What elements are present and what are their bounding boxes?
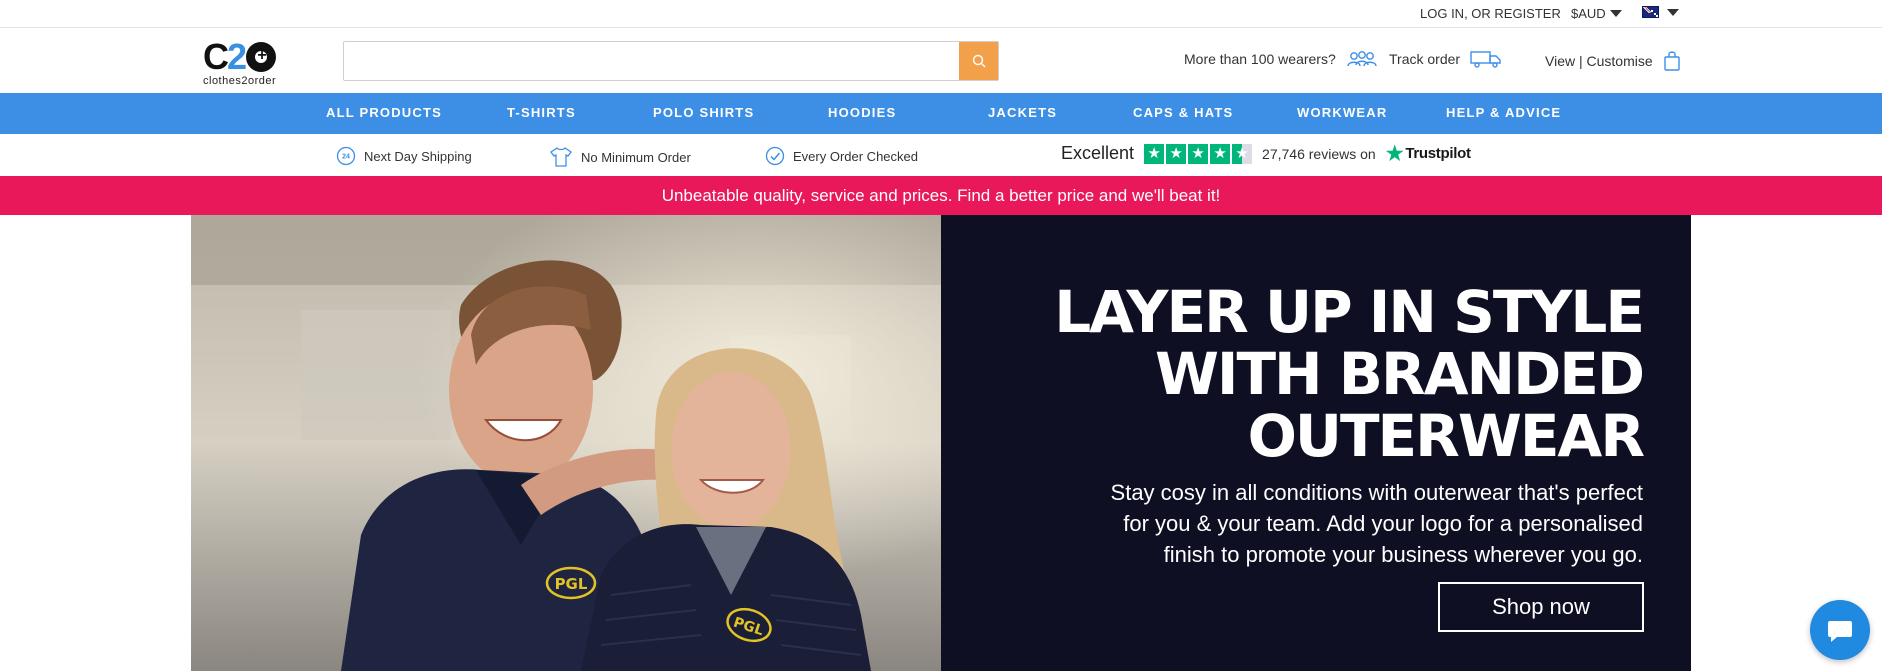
- hero-title-line: WITH BRANDED: [1154, 340, 1645, 408]
- utility-bar: LOG IN, OR REGISTER $AUD: [0, 0, 1882, 28]
- usp-label: Next Day Shipping: [364, 148, 472, 164]
- bulk-wearers-link[interactable]: More than 100 wearers?: [1184, 50, 1378, 68]
- logo[interactable]: C2 clothes2order: [203, 36, 285, 87]
- trustpilot-star-icon: ★: [1385, 142, 1404, 165]
- chat-bubble-icon: [1828, 621, 1852, 642]
- nav-item-all-products[interactable]: ALL PRODUCTS: [326, 105, 442, 120]
- promo-banner: Unbeatable quality, service and prices. …: [0, 176, 1882, 215]
- view-customise-link[interactable]: View | Customise: [1545, 50, 1681, 72]
- track-order-link[interactable]: Track order: [1389, 50, 1502, 68]
- chevron-down-icon: [1667, 8, 1679, 16]
- logo-mark: C2: [203, 36, 285, 77]
- hero-photo: PGL PGL: [191, 215, 941, 671]
- hero-title-line: OUTERWEAR: [1247, 402, 1645, 470]
- t-shirt-icon: [550, 147, 572, 167]
- check-circle-icon: [765, 146, 785, 166]
- hero-title-line: LAYER UP IN STYLE: [1054, 278, 1645, 346]
- 24-hour-clock-icon: 24: [336, 146, 356, 166]
- svg-text:PGL: PGL: [555, 575, 588, 593]
- trustpilot-widget[interactable]: Excellent ★ ★ ★ ★ ★ 27,746 reviews on ★ …: [1061, 143, 1471, 164]
- currency-label: $AUD: [1571, 6, 1606, 21]
- chevron-down-icon: [1609, 10, 1622, 17]
- usp-order-checked: Every Order Checked: [765, 146, 918, 166]
- search-button[interactable]: [959, 42, 998, 80]
- shopping-bag-icon: [1663, 51, 1680, 71]
- live-chat-button[interactable]: [1810, 600, 1870, 660]
- promo-text: Unbeatable quality, service and prices. …: [661, 185, 1221, 205]
- bulk-wearers-label: More than 100 wearers?: [1184, 51, 1336, 67]
- nav-item-t-shirts[interactable]: T-SHIRTS: [507, 105, 576, 120]
- login-register-link[interactable]: LOG IN, OR REGISTER: [1420, 6, 1561, 21]
- search-icon: [972, 54, 985, 68]
- australia-flag-icon: [1642, 6, 1659, 18]
- logo-text: clothes2order: [203, 75, 277, 87]
- trustpilot-rating-word: Excellent: [1061, 143, 1135, 163]
- nav-item-workwear[interactable]: WORKWEAR: [1297, 105, 1387, 120]
- nav-item-caps-hats[interactable]: CAPS & HATS: [1133, 105, 1233, 120]
- star-icon: ★: [1144, 143, 1165, 164]
- star-icon: ★: [1210, 143, 1231, 164]
- logo-letter-o: [246, 42, 277, 72]
- group-users-icon: [1347, 51, 1377, 67]
- delivery-truck-icon: [1470, 51, 1501, 68]
- logo-letter-2: 2: [227, 36, 247, 77]
- main-nav: ALL PRODUCTS T-SHIRTS POLO SHIRTS HOODIE…: [0, 93, 1882, 134]
- usp-label: No Minimum Order: [581, 149, 691, 165]
- shop-now-button[interactable]: Shop now: [1438, 582, 1644, 632]
- currency-selector[interactable]: $AUD: [1571, 6, 1622, 21]
- half-star-icon: ★: [1232, 143, 1253, 164]
- hero-title: LAYER UP IN STYLE WITH BRANDED OUTERWEAR: [1023, 278, 1645, 470]
- usp-next-day: 24 Next Day Shipping: [336, 146, 472, 166]
- nav-item-jackets[interactable]: JACKETS: [988, 105, 1057, 120]
- region-selector[interactable]: [1642, 6, 1679, 18]
- nav-item-help-advice[interactable]: HELP & ADVICE: [1446, 105, 1561, 120]
- usp-bar: 24 Next Day Shipping No Minimum Order Ev…: [0, 134, 1882, 176]
- trustpilot-review-count: 27,746 reviews on: [1262, 145, 1376, 162]
- hero-photo-illustration: PGL PGL: [191, 215, 941, 671]
- nav-item-hoodies[interactable]: HOODIES: [828, 105, 896, 120]
- trustpilot-stars: ★ ★ ★ ★ ★: [1144, 143, 1253, 164]
- hero-banner: PGL PGL LAYER UP IN STYLE WITH BRANDED O…: [191, 215, 1691, 671]
- usp-no-minimum: No Minimum Order: [549, 146, 691, 168]
- hero-subtitle: Stay cosy in all conditions with outerwe…: [1110, 480, 1643, 567]
- view-customise-label: View | Customise: [1545, 53, 1653, 69]
- search-box: [343, 41, 999, 81]
- trustpilot-logo: ★ Trustpilot: [1385, 142, 1471, 165]
- track-order-label: Track order: [1389, 51, 1461, 67]
- usp-label: Every Order Checked: [793, 148, 918, 164]
- header: C2 clothes2order More than 100 wearers? …: [0, 28, 1882, 93]
- nav-item-polo-shirts[interactable]: POLO SHIRTS: [653, 105, 754, 120]
- hero-content-panel: LAYER UP IN STYLE WITH BRANDED OUTERWEAR…: [941, 215, 1691, 671]
- svg-text:24: 24: [342, 154, 350, 161]
- logo-letter-c: C: [203, 36, 229, 77]
- search-input[interactable]: [344, 42, 960, 80]
- trustpilot-brand: Trustpilot: [1405, 145, 1471, 162]
- star-icon: ★: [1166, 143, 1187, 164]
- star-icon: ★: [1188, 143, 1209, 164]
